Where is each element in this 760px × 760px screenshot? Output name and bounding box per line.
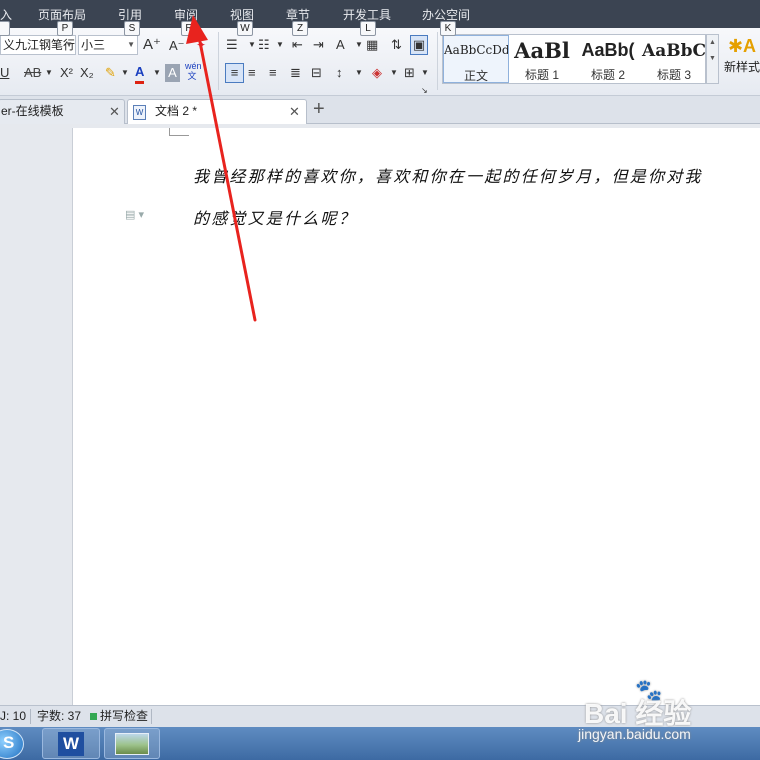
font-size-select[interactable]: 小三 ▼ (78, 35, 138, 55)
key-badge-developer-tools: L (360, 21, 376, 36)
chevron-down-icon[interactable]: ▼ (355, 36, 363, 54)
document-tab-bar: er-在线模板 ✕ W 文档 2 * ✕ + (0, 96, 760, 124)
increase-indent-icon[interactable]: ⇥ (313, 36, 324, 54)
align-center-icon[interactable]: ≡ (248, 64, 256, 82)
chevron-down-icon: ▼ (65, 40, 73, 49)
show-marks-icon[interactable]: ▣ (410, 35, 428, 55)
phonetic-guide-button[interactable]: wén 文 (185, 61, 202, 81)
tab-online-templates[interactable]: er-在线模板 ✕ (0, 99, 125, 124)
highlight-icon[interactable]: ✎ (105, 64, 116, 82)
style-gallery: AaBbCcDd 正文 AaBl 标题 1 AaBb( 标题 2 AaBbC 标… (442, 34, 706, 84)
ribbon-divider (218, 32, 219, 90)
chevron-down-icon[interactable]: ▼ (153, 64, 161, 82)
line-spacing-icon[interactable]: ↕ (336, 64, 343, 82)
style-heading-1[interactable]: AaBl 标题 1 (509, 35, 575, 83)
text-effects-icon[interactable]: A (336, 36, 345, 54)
style-name: 正文 (463, 69, 488, 83)
key-badge-office-space: K (440, 21, 456, 36)
font-name-select[interactable]: 义九江钢笔行 ▼ (0, 35, 76, 55)
align-right-icon[interactable]: ≡ (269, 64, 277, 82)
table-grid-icon[interactable]: ▦ (366, 36, 378, 54)
status-divider (151, 709, 152, 724)
taskbar-wps-writer[interactable]: W (42, 728, 100, 759)
menu-bar: 入 页面布局 引用 审阅 视图 章节 开发工具 办公空间 (0, 0, 760, 28)
close-icon[interactable]: ✕ (289, 100, 300, 123)
chevron-down-icon[interactable]: ▼ (248, 36, 256, 54)
paragraph-marker-icon[interactable]: ▤ ▾ (125, 208, 144, 221)
new-style-icon: ✱A (727, 36, 757, 56)
baidu-jingyan-watermark: 🐾 Bai 经验 jingyan.baidu.com (578, 678, 760, 744)
new-style-button[interactable]: ✱A 新样式 (722, 34, 760, 84)
align-left-icon[interactable]: ≡ (225, 63, 244, 83)
new-style-label: 新样式 (723, 60, 760, 74)
chevron-down-icon[interactable]: ▼ (421, 64, 429, 82)
superscript-button[interactable]: X² (60, 64, 73, 82)
distributed-align-icon[interactable]: ⊟ (311, 64, 322, 82)
status-divider (30, 709, 31, 724)
style-heading-2[interactable]: AaBb( 标题 2 (575, 35, 641, 83)
tab-label: er-在线模板 (1, 104, 64, 118)
sort-icon[interactable]: ⇅ (391, 36, 402, 54)
subscript-button[interactable]: X₂ (80, 64, 94, 82)
decrease-indent-icon[interactable]: ⇤ (292, 36, 303, 54)
style-normal[interactable]: AaBbCcDd 正文 (443, 35, 509, 83)
font-size-value: 小三 (81, 38, 106, 52)
grow-font-button[interactable]: A⁺ (143, 36, 161, 54)
style-heading-3[interactable]: AaBbC 标题 3 (641, 35, 707, 83)
style-sample: AaBb( (581, 40, 635, 60)
style-sample: AaBl (514, 38, 570, 63)
word-count: 字数: 37 (37, 709, 82, 723)
document-line: 的感觉又是什么呢？ (193, 209, 357, 228)
chevron-down-icon[interactable]: ▼ (276, 36, 284, 54)
font-color-button[interactable]: A (135, 63, 145, 84)
document-page[interactable]: ▤ ▾ 我曾经那样的喜欢你，喜欢和你在一起的任何岁月，但是你对我 的感觉又是什么… (72, 128, 760, 705)
chevron-down-icon[interactable]: ▼ (355, 64, 363, 82)
char-shading-button[interactable]: A (165, 64, 180, 82)
key-badge-page-layout: P (57, 21, 73, 36)
chevron-down-icon[interactable]: ▼ (121, 64, 129, 82)
close-icon[interactable]: ✕ (109, 100, 120, 123)
style-name: 标题 2 (590, 68, 625, 82)
tab-label: 文档 2 * (155, 104, 198, 118)
shrink-font-button[interactable]: A⁻ (169, 37, 185, 55)
ribbon-divider (437, 32, 438, 90)
photo-thumbnail-icon (115, 733, 149, 755)
chevron-down-icon[interactable]: ▼ (390, 64, 398, 82)
key-badge-view: W (237, 21, 253, 36)
strikethrough-button[interactable]: AB (24, 64, 41, 82)
page-info: J: 10 (0, 709, 27, 723)
new-tab-button[interactable]: + (313, 98, 325, 121)
numbered-list-icon[interactable]: ☷ (258, 36, 270, 54)
key-badge-references: S (124, 21, 140, 36)
justify-icon[interactable]: ≣ (290, 64, 301, 82)
style-name: 标题 1 (524, 68, 559, 82)
clear-format-icon[interactable]: ✦ (196, 36, 206, 54)
style-sample: AaBbCcDd (444, 43, 508, 57)
borders-icon[interactable]: ⊞ (404, 64, 415, 82)
paint-bucket-icon[interactable]: ◈ (372, 64, 382, 82)
key-badge-chapter: Z (292, 21, 308, 36)
key-badge-review: R (181, 21, 197, 36)
margin-corner-mark (169, 128, 189, 136)
style-gallery-scroll[interactable]: ▲ ▼ (706, 34, 719, 84)
style-sample: AaBbC (642, 41, 706, 61)
spell-check-toggle[interactable]: 拼写检查 (100, 706, 148, 727)
key-badge-insert (0, 21, 10, 36)
document-workspace: ▤ ▾ 我曾经那样的喜欢你，喜欢和你在一起的任何岁月，但是你对我 的感觉又是什么… (0, 124, 760, 705)
spell-status-icon (90, 713, 97, 720)
chevron-down-icon: ▼ (127, 40, 135, 49)
taskbar-photo-viewer[interactable] (104, 728, 160, 759)
wps-writer-icon: W (58, 732, 84, 756)
chevron-down-icon[interactable]: ▼ (45, 64, 53, 82)
bullet-list-icon[interactable]: ☰ (226, 36, 238, 54)
document-icon: W (133, 105, 146, 120)
underline-button[interactable]: U (0, 64, 9, 82)
style-name: 标题 3 (656, 68, 691, 82)
tab-document-2[interactable]: W 文档 2 * ✕ (127, 99, 307, 124)
document-line: 我曾经那样的喜欢你，喜欢和你在一起的任何岁月，但是你对我 (193, 167, 703, 186)
s-logo-icon: S (3, 733, 15, 752)
watermark-url: jingyan.baidu.com (578, 726, 691, 742)
start-orb-icon[interactable]: S (0, 729, 24, 759)
